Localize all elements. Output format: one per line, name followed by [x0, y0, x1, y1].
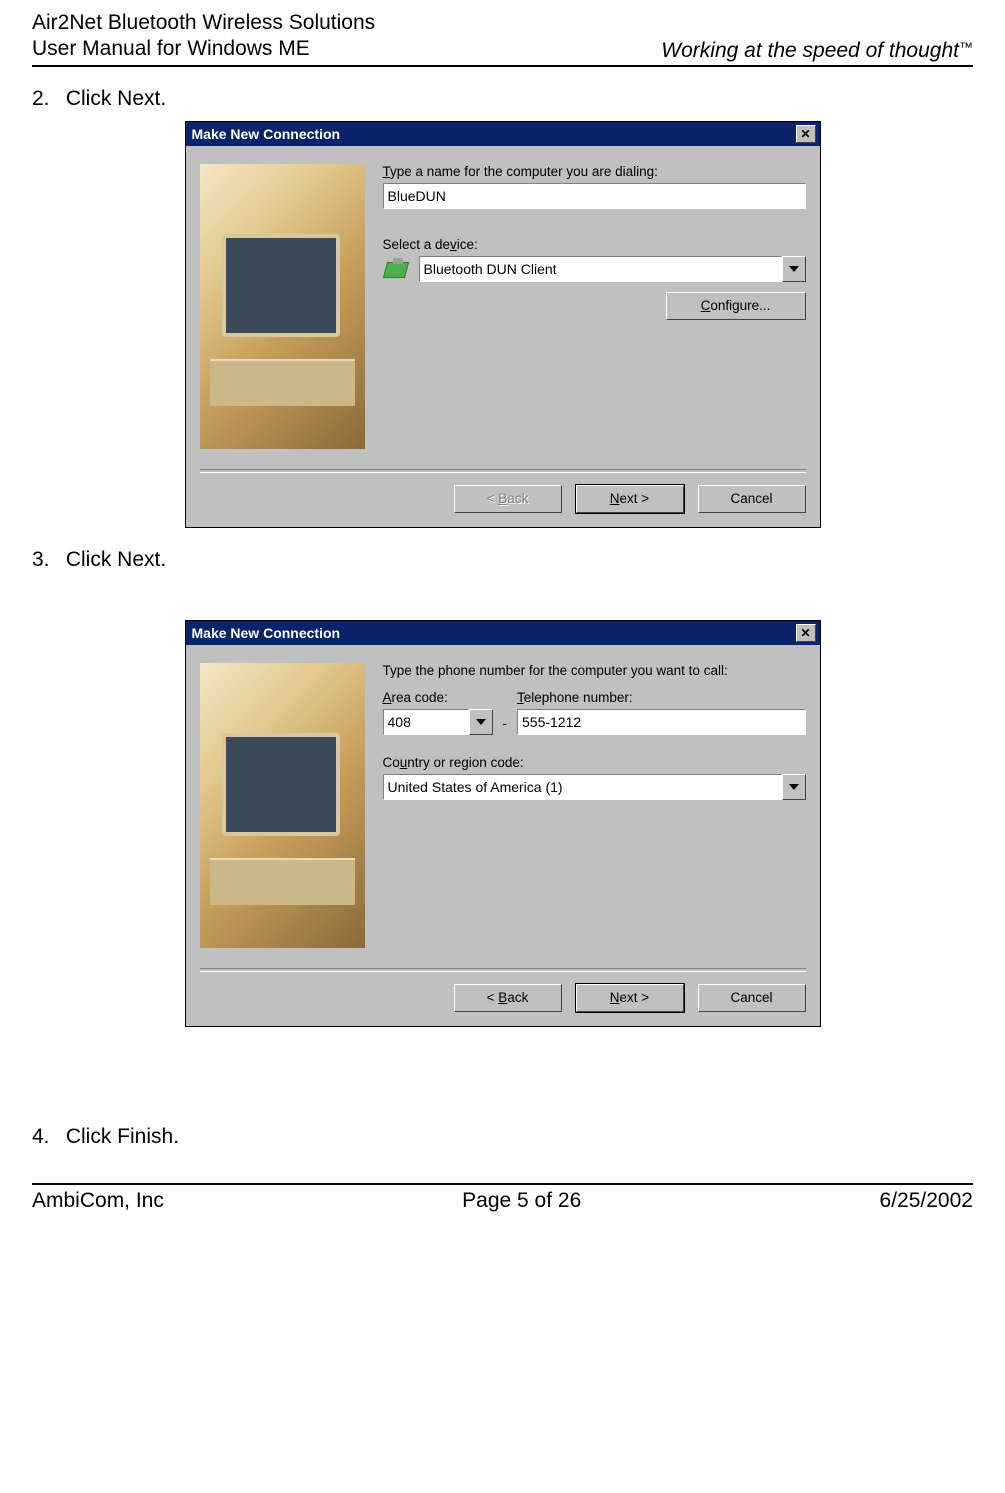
country-label: Country or region code: — [383, 755, 806, 770]
device-label-pre: Select a de — [383, 237, 451, 252]
header-line-1: Air2Net Bluetooth Wireless Solutions — [32, 10, 375, 36]
dialog-make-new-connection-1: Make New Connection ✕ Type a name for th… — [185, 121, 821, 528]
tel-label-post: elephone number: — [524, 690, 633, 705]
dialog-1-buttons: < Back Next > Cancel — [186, 473, 820, 527]
wizard-image-1 — [200, 164, 365, 449]
country-label-pre: Co — [383, 755, 400, 770]
titlebar-1: Make New Connection ✕ — [186, 122, 820, 146]
tm-symbol: ™ — [959, 39, 973, 55]
titlebar-1-text: Make New Connection — [192, 126, 341, 142]
phone-instruction: Type the phone number for the computer y… — [383, 663, 806, 678]
wizard-image-2 — [200, 663, 365, 948]
back-button-2[interactable]: < Back — [454, 984, 562, 1012]
titlebar-2: Make New Connection ✕ — [186, 621, 820, 645]
page-header: Air2Net Bluetooth Wireless Solutions Use… — [32, 10, 973, 67]
footer-left: AmbiCom, Inc — [32, 1189, 164, 1213]
step-2-text: Click Next. — [66, 87, 166, 110]
header-left: Air2Net Bluetooth Wireless Solutions Use… — [32, 10, 375, 63]
device-label: Select a device: — [383, 237, 806, 252]
footer-center: Page 5 of 26 — [462, 1189, 581, 1213]
footer-right: 6/25/2002 — [880, 1189, 973, 1213]
country-label-post: ntry or region code: — [407, 755, 523, 770]
area-label-u: A — [383, 690, 392, 705]
configure-post: onfigure... — [710, 298, 770, 313]
area-code-label: Area code: — [383, 690, 493, 705]
titlebar-2-text: Make New Connection — [192, 625, 341, 641]
back-post-2: ack — [507, 990, 528, 1005]
modem-icon — [383, 256, 411, 282]
country-select-value[interactable] — [383, 774, 782, 800]
header-right: Working at the speed of thought™ — [661, 39, 973, 63]
dialog-1-form: Type a name for the computer you are dia… — [383, 164, 806, 449]
dialog-2-form: Type the phone number for the computer y… — [383, 663, 806, 948]
back-lt-2: < — [487, 990, 499, 1005]
configure-u: C — [701, 298, 711, 313]
next-u-1: N — [610, 491, 620, 506]
close-icon[interactable]: ✕ — [796, 624, 816, 642]
configure-row: Configure... — [383, 292, 806, 320]
device-label-post: ice: — [457, 237, 478, 252]
name-label: Type a name for the computer you are dia… — [383, 164, 806, 179]
chevron-down-icon[interactable] — [782, 774, 806, 800]
document-page: Air2Net Bluetooth Wireless Solutions Use… — [0, 0, 1005, 1233]
name-label-u: T — [383, 164, 391, 179]
step-2-number: 2. — [32, 87, 60, 111]
area-code-select[interactable] — [383, 709, 493, 735]
cancel-button-1[interactable]: Cancel — [698, 485, 806, 513]
chevron-down-icon[interactable] — [469, 709, 493, 735]
telephone-input[interactable] — [517, 709, 806, 735]
next-post-2: ext > — [620, 990, 650, 1005]
step-3-text: Click Next. — [66, 548, 166, 571]
device-select-value[interactable] — [419, 256, 782, 282]
device-label-u: v — [450, 237, 457, 252]
dialog-1-wrap: Make New Connection ✕ Type a name for th… — [32, 121, 973, 528]
next-post-1: ext > — [620, 491, 650, 506]
connection-name-input[interactable] — [383, 183, 806, 209]
next-u-2: N — [610, 990, 620, 1005]
close-icon[interactable]: ✕ — [796, 125, 816, 143]
cancel-button-2[interactable]: Cancel — [698, 984, 806, 1012]
device-row — [383, 256, 806, 282]
dialog-1-body: Type a name for the computer you are dia… — [186, 146, 820, 459]
name-label-post: ype a name for the computer you are dial… — [390, 164, 658, 179]
area-code-input[interactable] — [383, 709, 469, 735]
telephone-label: Telephone number: — [517, 690, 806, 705]
page-footer: AmbiCom, Inc Page 5 of 26 6/25/2002 — [32, 1183, 973, 1213]
back-lt-1: < — [487, 491, 499, 506]
configure-button[interactable]: Configure... — [666, 292, 806, 320]
step-4-number: 4. — [32, 1125, 60, 1149]
header-line-2: User Manual for Windows ME — [32, 36, 375, 62]
back-post-1: ack — [507, 491, 528, 506]
step-3-number: 3. — [32, 548, 60, 572]
back-button-1[interactable]: < Back — [454, 485, 562, 513]
next-button-1[interactable]: Next > — [576, 485, 684, 513]
dialog-make-new-connection-2: Make New Connection ✕ Type the phone num… — [185, 620, 821, 1027]
tel-label-u: T — [517, 690, 524, 705]
dialog-2-buttons: < Back Next > Cancel — [186, 972, 820, 1026]
step-4-text: Click Finish. — [66, 1125, 179, 1148]
next-button-2[interactable]: Next > — [576, 984, 684, 1012]
phone-dash: - — [503, 716, 508, 735]
area-label-post: rea code: — [392, 690, 448, 705]
country-select[interactable] — [383, 774, 806, 800]
device-select[interactable] — [419, 256, 806, 282]
back-u-2: B — [498, 990, 507, 1005]
chevron-down-icon[interactable] — [782, 256, 806, 282]
step-4: 4. Click Finish. — [32, 1125, 973, 1149]
header-slogan: Working at the speed of thought — [661, 39, 959, 62]
step-3: 3. Click Next. — [32, 548, 973, 572]
dialog-2-wrap: Make New Connection ✕ Type the phone num… — [32, 620, 973, 1027]
area-code-col: Area code: — [383, 690, 493, 735]
back-u-1: B — [498, 491, 507, 506]
step-2: 2. Click Next. — [32, 87, 973, 111]
dialog-2-body: Type the phone number for the computer y… — [186, 645, 820, 958]
telephone-col: Telephone number: — [517, 690, 806, 735]
phone-row: Area code: - Telephone number: — [383, 690, 806, 735]
